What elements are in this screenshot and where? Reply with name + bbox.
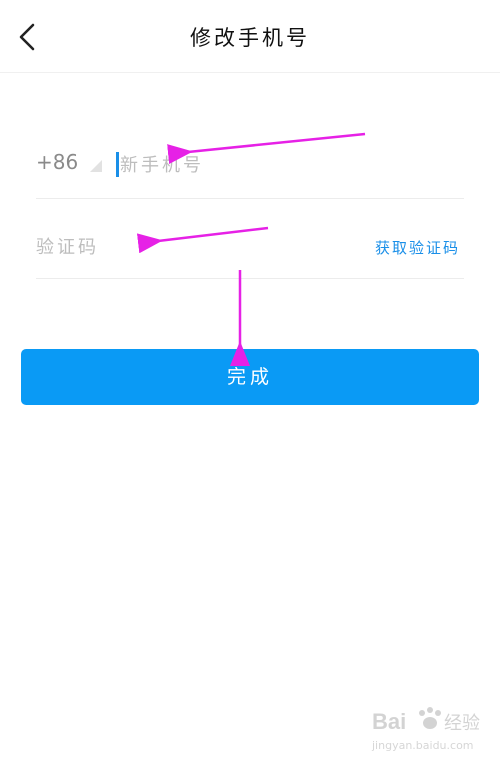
- new-phone-input[interactable]: [120, 152, 420, 178]
- svg-text:Bai: Bai: [372, 709, 406, 734]
- dropdown-triangle-icon[interactable]: [90, 160, 102, 172]
- country-code-selector[interactable]: +86: [36, 150, 78, 174]
- nav-bar: 修改手机号: [0, 0, 500, 73]
- code-row: 获取验证码: [36, 212, 464, 279]
- verification-code-input[interactable]: [36, 234, 286, 260]
- svg-text:经验: 经验: [444, 713, 480, 734]
- watermark-url: jingyan.baidu.com: [372, 739, 474, 752]
- baidu-paw-logo: Bai 经验: [372, 707, 480, 734]
- page-title: 修改手机号: [190, 26, 310, 50]
- phone-row: +86: [36, 130, 464, 199]
- get-code-button[interactable]: 获取验证码: [375, 237, 460, 258]
- baidu-watermark: Bai 经验 jingyan.baidu.com: [372, 701, 492, 753]
- text-cursor: [116, 152, 119, 177]
- done-button[interactable]: 完成: [21, 349, 479, 405]
- change-phone-page: 修改手机号 +86 获取验证码 完成 Bai 经验 j: [0, 0, 500, 761]
